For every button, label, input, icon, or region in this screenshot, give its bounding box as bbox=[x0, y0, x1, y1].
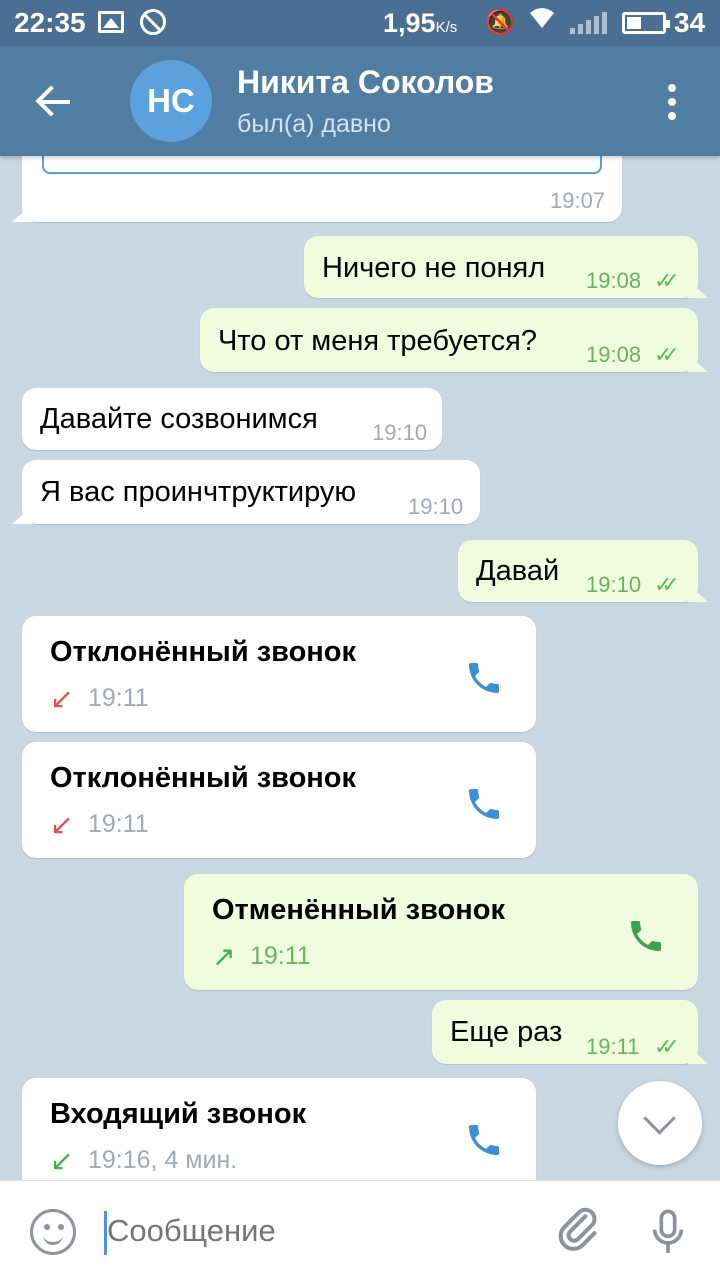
message-time: 19:10 bbox=[586, 572, 642, 597]
call-title: Отклонённый звонок bbox=[50, 636, 357, 668]
call-title: Отменённый звонок bbox=[212, 894, 505, 926]
gallery-icon bbox=[98, 11, 124, 33]
message-text: Давайте созвонимся bbox=[40, 403, 318, 435]
more-vert-icon[interactable] bbox=[664, 82, 680, 122]
call-message[interactable]: Входящий звонок ↙ 19:16, 4 мин. bbox=[22, 1078, 536, 1180]
call-title: Отклонённый звонок bbox=[50, 762, 357, 794]
message-in[interactable]: 19:07 bbox=[22, 156, 622, 222]
call-message[interactable]: Отменённый звонок ↗ 19:11 bbox=[184, 874, 698, 990]
message-in[interactable]: Давайте созвонимся 19:10 bbox=[22, 388, 442, 450]
contact-name[interactable]: Никита Соколов bbox=[237, 64, 494, 101]
message-text: Я вас проинчтруктирую bbox=[40, 476, 357, 508]
network-speed: 1,95K/s bbox=[383, 8, 458, 38]
status-time: 22:35 bbox=[14, 7, 86, 38]
message-out[interactable]: Что от меня требуется? 19:08 ✓✓ bbox=[200, 308, 698, 372]
phone-icon[interactable] bbox=[464, 658, 504, 698]
do-not-disturb-icon bbox=[140, 9, 166, 35]
message-time: 19:10 bbox=[408, 494, 464, 519]
message-in[interactable]: Я вас проинчтруктирую 19:10 bbox=[22, 460, 480, 524]
message-time: 19:07 bbox=[550, 188, 606, 213]
back-arrow-icon[interactable] bbox=[36, 82, 76, 122]
message-text: Что от меня требуется? bbox=[218, 325, 537, 357]
incoming-arrow-icon: ↙ bbox=[50, 1145, 74, 1176]
wifi-icon bbox=[528, 4, 556, 37]
call-title: Входящий звонок bbox=[50, 1098, 307, 1130]
missed-arrow-icon: ↙ bbox=[50, 683, 74, 714]
message-text: Ничего не понял bbox=[322, 252, 546, 284]
signal-icon bbox=[570, 12, 607, 34]
scroll-down-button[interactable] bbox=[618, 1081, 702, 1165]
call-time: 19:11 bbox=[88, 810, 149, 838]
call-time: 19:11 bbox=[250, 942, 311, 970]
outgoing-arrow-icon: ↗ bbox=[212, 941, 236, 972]
phone-icon[interactable] bbox=[464, 1120, 504, 1160]
message-out[interactable]: Давай 19:10 ✓✓ bbox=[458, 540, 698, 602]
phone-icon[interactable] bbox=[626, 916, 666, 956]
mute-icon: 🔕 bbox=[485, 9, 515, 36]
mic-icon[interactable] bbox=[648, 1205, 688, 1261]
message-text: Давай bbox=[476, 555, 560, 587]
battery-level: 34 bbox=[674, 7, 706, 38]
missed-arrow-icon: ↙ bbox=[50, 809, 74, 840]
embedded-button-frame bbox=[42, 156, 602, 174]
message-time: 19:10 bbox=[372, 420, 428, 445]
attach-icon[interactable] bbox=[556, 1203, 600, 1259]
contact-status: был(а) давно bbox=[237, 110, 391, 138]
message-input[interactable] bbox=[107, 1213, 527, 1249]
double-check-icon: ✓✓ bbox=[654, 342, 680, 367]
emoji-icon[interactable] bbox=[30, 1209, 76, 1255]
call-message[interactable]: Отклонённый звонок ↙ 19:11 bbox=[22, 616, 536, 732]
phone-icon[interactable] bbox=[464, 784, 504, 824]
message-list[interactable]: 19:07 Ничего не понял 19:08 ✓✓ Что от ме… bbox=[0, 156, 720, 1180]
avatar[interactable]: НС bbox=[130, 60, 212, 142]
message-out[interactable]: Еще раз 19:11 ✓✓ bbox=[432, 1000, 698, 1064]
double-check-icon: ✓✓ bbox=[654, 268, 680, 293]
chat-header: НС Никита Соколов был(а) давно bbox=[0, 46, 720, 156]
call-message[interactable]: Отклонённый звонок ↙ 19:11 bbox=[22, 742, 536, 858]
message-time: 19:11 bbox=[586, 1034, 640, 1059]
double-check-icon: ✓✓ bbox=[654, 1034, 680, 1059]
message-out[interactable]: Ничего не понял 19:08 ✓✓ bbox=[304, 236, 698, 298]
status-bar: 22:35 1,95K/s 🔕 34 bbox=[0, 0, 720, 46]
battery-icon bbox=[622, 12, 670, 34]
call-time: 19:16, 4 мин. bbox=[88, 1146, 238, 1174]
message-time: 19:08 bbox=[586, 268, 642, 293]
message-time: 19:08 bbox=[586, 342, 642, 367]
call-time: 19:11 bbox=[88, 684, 149, 712]
composer bbox=[0, 1180, 720, 1280]
message-text: Еще раз bbox=[450, 1016, 563, 1048]
double-check-icon: ✓✓ bbox=[654, 572, 680, 597]
